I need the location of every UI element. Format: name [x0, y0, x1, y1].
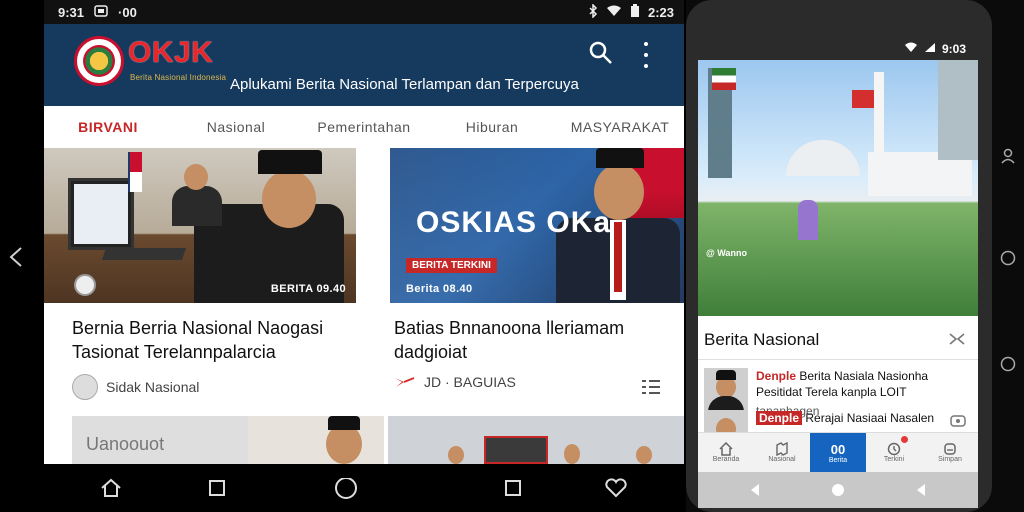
category-tabs: BIRVANI Nasional Pemerintahan Hiburan MA…: [44, 106, 684, 148]
signal-icon: [924, 42, 936, 56]
tab-masyarakat[interactable]: MASYARAKAT: [556, 119, 684, 135]
app-emblem-logo: [74, 36, 124, 86]
source-name: JD · BAGUIAS: [424, 374, 516, 390]
list-item[interactable]: Denple Rerajai Nasiaai Nasalen: [698, 402, 978, 432]
recents-icon[interactable]: [206, 478, 228, 498]
tablet-device: 9:31 ·00 2:23 OKJK Berita Nasional Indon…: [0, 0, 686, 512]
flag-graphic: [712, 68, 736, 90]
notification-dot: [901, 436, 908, 443]
back-triangle-icon[interactable]: [914, 483, 928, 497]
news-card-next[interactable]: [388, 416, 684, 464]
bottom-nav: Beranda Nasional 00 Berita Terkini Simpa…: [698, 432, 978, 472]
wifi-icon: [904, 42, 918, 56]
nav-label: Terkini: [883, 456, 905, 463]
home-icon[interactable]: [100, 478, 122, 498]
nav-berita[interactable]: 00 Berita: [810, 433, 866, 472]
image-chip: BERITA TERKINI: [406, 258, 497, 273]
list-item-thumbnail: [704, 410, 748, 432]
search-icon[interactable]: [588, 40, 614, 66]
app-header: OKJK Berita Nasional Indonesia Aplukami …: [44, 24, 684, 106]
flag-graphic: [128, 152, 142, 192]
news-card-image[interactable]: BERITA 09.40: [44, 148, 356, 303]
battery-icon: [630, 3, 640, 21]
news-card-image[interactable]: OSKIAS OKa BERITA TERKINI Berita 08.40: [390, 148, 684, 303]
circle-button-icon[interactable]: [1000, 356, 1016, 372]
home-icon: [719, 442, 733, 456]
news-card-source: Sidak Nasional: [72, 374, 199, 400]
favorite-icon[interactable]: [604, 478, 627, 498]
phone-device: @ Wanno Berita Nasional Denple Berita Na…: [686, 0, 992, 512]
news-card-title[interactable]: Batias Bnnanoona lleriamam dadgioiat: [394, 316, 684, 364]
source-name: Sidak Nasional: [106, 379, 200, 395]
tab-nasional[interactable]: Nasional: [172, 119, 300, 135]
more-vert-icon[interactable]: [640, 42, 652, 68]
tablet-system-nav: [44, 464, 684, 512]
status-right-time: 2:23: [647, 4, 674, 20]
flag-graphic: [852, 90, 874, 108]
overview-icon[interactable]: [502, 478, 524, 498]
nav-label: Beranda: [712, 456, 740, 463]
status-bar: 9:31 ·00 2:23: [44, 0, 684, 24]
nav-label: Berita: [828, 456, 848, 464]
phone-system-nav: [698, 472, 978, 508]
notification-icon: [94, 4, 108, 20]
news-card-next[interactable]: Uanoouot: [72, 416, 384, 464]
profile-icon: [944, 443, 956, 455]
screenshot-stage: 9:31 ·00 2:23 OKJK Berita Nasional Indon…: [0, 0, 1024, 512]
nav-label: Nasional: [768, 456, 796, 463]
share-icon[interactable]: [948, 332, 966, 346]
map-icon: [776, 442, 788, 456]
news-card-source: JD · BAGUIAS: [394, 374, 516, 390]
home-circle-icon[interactable]: [831, 483, 845, 497]
hero-caption: @ Wanno: [706, 248, 747, 258]
section-title: Berita Nasional: [704, 330, 820, 349]
tab-birvani[interactable]: BIRVANI: [44, 119, 172, 135]
nav-simpan[interactable]: Simpan: [922, 433, 978, 472]
skyscraper-graphic: [938, 60, 978, 160]
dome-graphic: [786, 140, 860, 176]
phone-screen: @ Wanno Berita Nasional Denple Berita Na…: [698, 38, 978, 508]
back-nav-icon[interactable]: [8, 246, 24, 268]
nav-badge: 00: [830, 441, 846, 457]
phone-status-bar: 9:03: [686, 38, 992, 60]
list-item-title: Denple Berita Nasiala Nasionha Pesitidat…: [756, 369, 929, 399]
image-caption: BERITA 09.40: [270, 283, 346, 295]
device-side-buttons: [996, 142, 1020, 382]
image-overlay-text: OSKIAS OKa: [416, 206, 612, 239]
wifi-icon: [606, 5, 622, 20]
source-logo-icon: [395, 377, 415, 387]
news-feed: BERITA 09.40 Bernia Berria Nasional Naog…: [44, 148, 684, 464]
image-caption: Berita 08.40: [406, 283, 473, 295]
circle-button-icon[interactable]: [1000, 250, 1016, 266]
news-card-next-text: Uanoouot: [86, 434, 165, 454]
monitor-graphic: [68, 178, 134, 250]
bluetooth-icon: [588, 2, 598, 21]
list-item-title: Denple Rerajai Nasiaai Nasalen: [756, 410, 968, 426]
status-time: 9:31: [58, 4, 85, 20]
hero-image[interactable]: @ Wanno: [698, 60, 978, 316]
back-icon[interactable]: [748, 483, 762, 497]
phone-status-time: 9:03: [941, 42, 966, 56]
source-avatar: [72, 374, 98, 400]
nav-terkini[interactable]: Terkini: [866, 433, 922, 472]
clock-icon: [887, 442, 901, 456]
person-graphic: [798, 200, 818, 240]
tab-pemerintahan[interactable]: Pemerintahan: [300, 119, 428, 135]
profile-icon[interactable]: [1000, 148, 1016, 164]
nav-nasional[interactable]: Nasional: [754, 433, 810, 472]
list-options-icon[interactable]: [640, 378, 662, 396]
tab-hiburan[interactable]: Hiburan: [428, 119, 556, 135]
app-logo-subtitle: Berita Nasional Indonesia: [130, 73, 227, 82]
nav-beranda[interactable]: Beranda: [698, 433, 754, 472]
section-header: Berita Nasional: [698, 316, 978, 360]
app-tagline: Aplukami Berita Nasional Terlampan dan T…: [230, 76, 579, 93]
nav-label: Simpan: [938, 456, 962, 463]
status-left-text: ·00: [118, 4, 137, 20]
news-card-title[interactable]: Bernia Berria Nasional Naogasi Tasionat …: [72, 316, 362, 364]
channel-badge-icon: [74, 274, 96, 296]
app-logo-text: OKJK: [128, 36, 214, 69]
app-circle-icon[interactable]: [334, 477, 357, 499]
